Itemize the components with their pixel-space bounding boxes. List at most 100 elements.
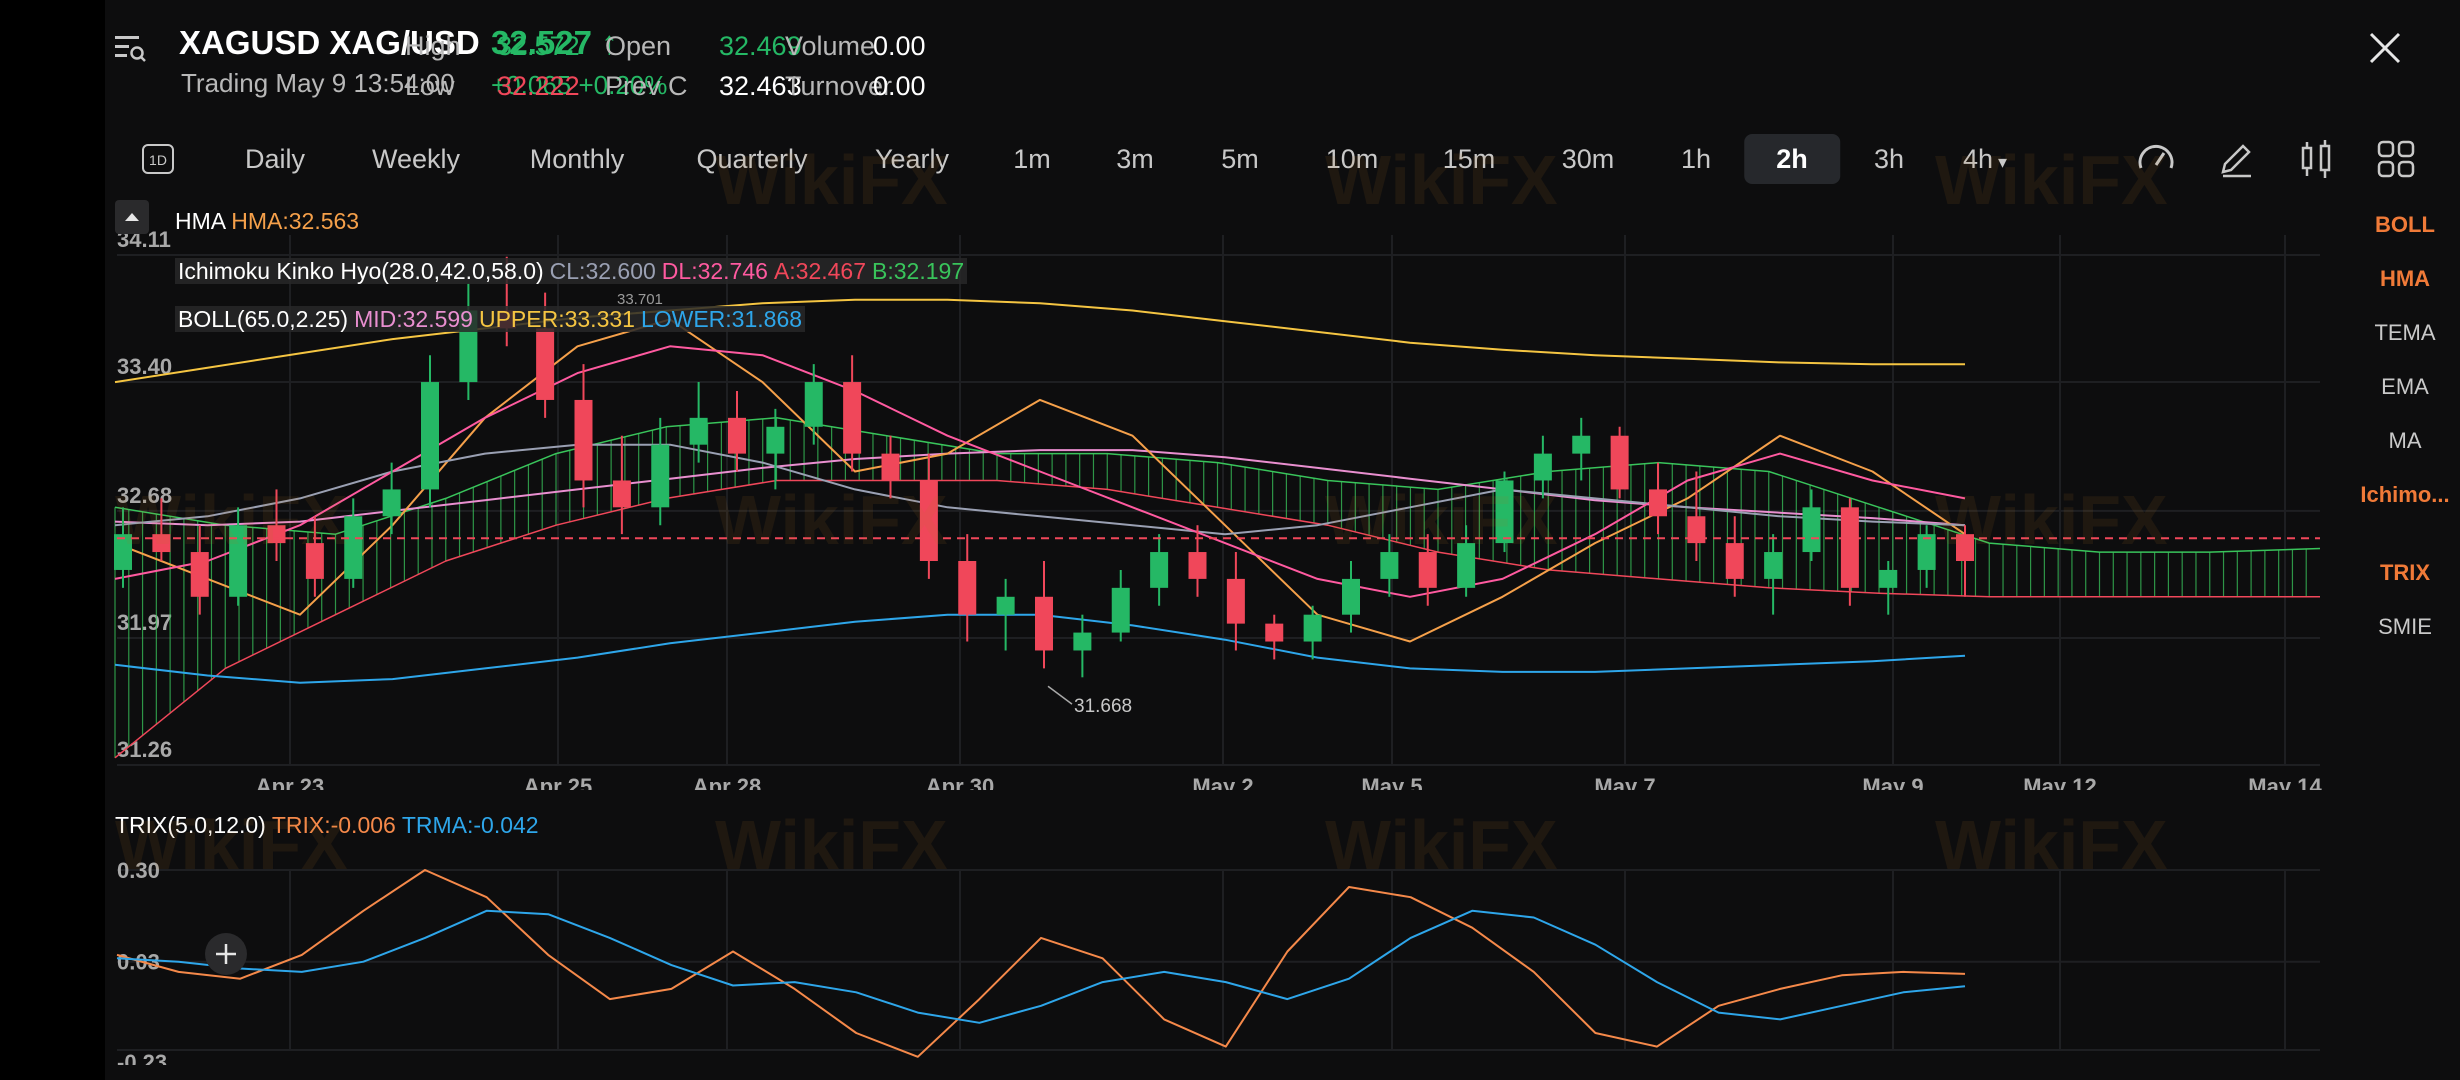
- candle-body: [1111, 587, 1130, 633]
- candle-body: [1840, 507, 1859, 588]
- timeframe-tab-monthly[interactable]: Monthly: [530, 134, 625, 184]
- timeframe-tab-2h[interactable]: 2h: [1744, 134, 1840, 184]
- candle-body: [1265, 623, 1284, 642]
- x-tick-label: Apr 28: [693, 774, 761, 790]
- x-tick-label: May 2: [1192, 774, 1253, 790]
- caret-up-icon: [125, 213, 139, 221]
- candle-body: [651, 444, 670, 508]
- grid-icon[interactable]: [2375, 138, 2417, 180]
- candle-body: [1533, 453, 1552, 481]
- stat-value: 0.00: [873, 71, 926, 101]
- trix-y-tick-label: 0.03: [117, 950, 160, 975]
- candle-body: [536, 328, 555, 400]
- indicator-boll[interactable]: BOLL: [2360, 212, 2450, 238]
- indicator-ichimo[interactable]: Ichimo...: [2360, 482, 2450, 508]
- timeframe-tab-label: Daily: [244, 144, 306, 174]
- stat-value: 32.222: [497, 71, 580, 101]
- watermark: WikiFX: [715, 481, 948, 559]
- candle-body: [1226, 578, 1245, 624]
- indicator-ema[interactable]: EMA: [2360, 374, 2450, 400]
- y-tick-label: 31.97: [117, 610, 172, 635]
- candle-body: [1649, 489, 1667, 517]
- timeframe-tab-label: 3m: [1116, 144, 1154, 174]
- list-search-icon[interactable]: [113, 30, 147, 64]
- x-tick-label: Apr 23: [256, 774, 324, 790]
- timeframe-tab-label: 1m: [1013, 144, 1051, 174]
- x-tick-label: May 7: [1594, 774, 1655, 790]
- timeframe-tab-label: 5m: [1221, 144, 1259, 174]
- timeframe-tab-3m[interactable]: 3m: [1116, 134, 1154, 184]
- watermark: WikiFX: [1325, 141, 1558, 219]
- chart-app: XAGUSD XAG/USD 32.527 ↑ Trading May 9 13…: [105, 0, 2460, 1080]
- stat-value: 0.00: [873, 31, 926, 61]
- watermark: WikiFX: [1325, 806, 1558, 884]
- candle-body: [728, 417, 746, 454]
- x-tick-label: May 9: [1862, 774, 1923, 790]
- timeframe-tab-label: 2h: [1776, 144, 1808, 174]
- watermark: WikiFX: [715, 141, 948, 219]
- indicator-smie[interactable]: SMIE: [2360, 614, 2450, 640]
- candlestick-icon[interactable]: [2295, 138, 2337, 180]
- x-tick-label: Apr 30: [926, 774, 994, 790]
- candle-body: [1035, 596, 1053, 651]
- timeframe-tab-1m[interactable]: 1m: [1013, 134, 1051, 184]
- candle-body: [804, 382, 823, 427]
- timeframe-tab-label: 30m: [1561, 144, 1615, 174]
- indicator-tema[interactable]: TEMA: [2360, 320, 2450, 346]
- indicator-ma[interactable]: MA: [2360, 428, 2450, 454]
- x-tick-label: Apr 25: [524, 774, 592, 790]
- timeframe-tab-3h[interactable]: 3h: [1874, 134, 1904, 184]
- candle-body: [843, 382, 862, 454]
- boll-legend: BOLL(65.0,2.25) MID:32.599 UPPER:33.331 LOW…: [175, 306, 806, 333]
- hma-legend: HMA HMA:32.563: [175, 208, 360, 234]
- watermark: WikiFX: [1935, 141, 2168, 219]
- watermark: WikiFX: [715, 806, 948, 884]
- watermark: WikiFX: [1935, 481, 2168, 559]
- timeframe-tab-5m[interactable]: 5m: [1221, 134, 1259, 184]
- candle-body: [382, 489, 401, 517]
- low-marker-label: 31.668: [1074, 696, 1132, 717]
- timeframe-tab-label: Monthly: [529, 144, 625, 174]
- timeframe-tab-1h[interactable]: 1h: [1681, 134, 1711, 184]
- stat-label: Open: [605, 31, 672, 61]
- indicator-hma[interactable]: HMA: [2360, 266, 2450, 292]
- candle-body: [1764, 552, 1783, 579]
- candle-body: [766, 426, 785, 454]
- candle-body: [881, 453, 900, 481]
- candle-body: [421, 382, 439, 490]
- trix-y-tick-label: -0.23: [117, 1050, 167, 1065]
- stat-label: Volume: [785, 31, 876, 61]
- stat-label: Prev C: [605, 71, 688, 101]
- timeframe-tab-label: 1h: [1680, 144, 1712, 174]
- ichimoku-legend: Ichimoku Kinko Hyo(28.0,42.0,58.0) CL:32.…: [175, 258, 968, 285]
- watermark: WikiFX: [1935, 806, 2168, 884]
- candle-body: [1150, 552, 1169, 588]
- candle-body: [996, 596, 1015, 615]
- watermark: WikiFX: [1325, 481, 1558, 559]
- timeframe-tab-label: 3h: [1873, 144, 1905, 174]
- candle-body: [1610, 435, 1629, 490]
- x-tick-label: May 12: [2023, 774, 2096, 790]
- plus-icon: [216, 944, 236, 964]
- low-marker-leader: [1047, 685, 1073, 705]
- candle-body: [689, 417, 708, 445]
- trma-line: [116, 909, 1966, 1024]
- candle-body: [1572, 435, 1591, 454]
- indicator-trix[interactable]: TRIX: [2360, 560, 2450, 586]
- candle-body: [1802, 507, 1821, 553]
- close-icon[interactable]: [2365, 28, 2405, 68]
- timeframe-tab-daily[interactable]: Daily: [245, 134, 305, 184]
- watermark: WikiFX: [115, 481, 348, 559]
- pencil-icon[interactable]: [2215, 138, 2257, 180]
- trix-line: [116, 869, 1966, 1058]
- collapse-legend-button[interactable]: [115, 200, 149, 234]
- candle-body: [1725, 543, 1744, 579]
- crosshair-add-button[interactable]: [205, 933, 247, 975]
- timeframe-tab-weekly[interactable]: Weekly: [372, 134, 460, 184]
- candle-body: [574, 399, 593, 481]
- timeframe-tab-30m[interactable]: 30m: [1562, 134, 1615, 184]
- timeframe-tab-label: Weekly: [371, 144, 461, 174]
- candle-body: [1073, 632, 1092, 651]
- watermark: WikiFX: [115, 806, 348, 884]
- candle-body: [1342, 578, 1360, 615]
